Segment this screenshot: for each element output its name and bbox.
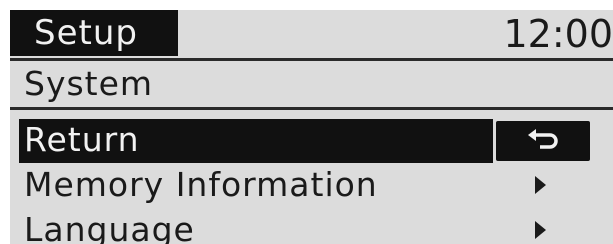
chevron-right-icon [535, 221, 546, 239]
page-title: Setup [34, 13, 138, 53]
return-button[interactable] [496, 121, 590, 161]
return-arrow-icon [528, 129, 558, 149]
head-unit-screen: Setup 12:00 System Return Memory Informa… [10, 10, 613, 244]
menu-item-return[interactable]: Return [10, 119, 613, 163]
menu-item-label: Return [24, 120, 140, 159]
section-title: System [24, 64, 154, 103]
header-divider [10, 58, 613, 61]
clock: 12:00 [503, 12, 613, 56]
menu-item-language[interactable]: Language [10, 209, 613, 244]
menu-item-label: Language [24, 210, 195, 244]
menu-item-memory-information[interactable]: Memory Information [10, 164, 613, 208]
menu-item-label: Memory Information [24, 165, 378, 204]
chevron-right-icon [535, 176, 546, 194]
title-box: Setup [10, 10, 178, 56]
section-divider [10, 107, 613, 110]
